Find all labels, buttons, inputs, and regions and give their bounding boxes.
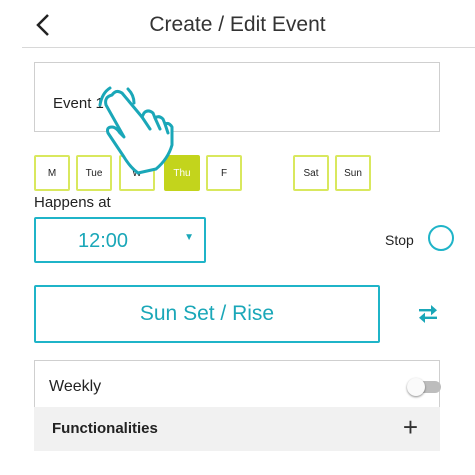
day-saturday[interactable]: Sat [293,155,329,191]
day-label: F [220,167,228,179]
toggle-thumb [407,378,425,396]
functionalities-row[interactable]: Functionalities + [34,407,440,451]
day-label: Thu [173,167,191,179]
day-monday[interactable]: M [34,155,70,191]
sun-set-rise-button[interactable]: Sun Set / Rise [34,285,380,343]
weekly-label: Weekly [49,378,102,395]
caret-down-icon: ▼ [184,232,194,243]
time-value: 12:00 [78,230,129,252]
day-sunday[interactable]: Sun [335,155,371,191]
functionalities-label: Functionalities [52,420,158,437]
day-label: M [47,167,57,179]
tap-hand-icon [98,86,174,175]
plus-icon[interactable]: + [403,412,418,443]
event-name-field[interactable]: Event 1 [34,62,440,132]
time-select[interactable]: 12:00 ▼ [34,217,206,263]
header-divider [22,47,475,48]
top-bar: Create / Edit Event [0,0,475,48]
day-friday[interactable]: F [206,155,242,191]
happens-at-label: Happens at [34,194,111,211]
page-title: Create / Edit Event [149,13,326,36]
day-label: Sun [344,167,362,179]
stop-label: Stop [385,232,414,248]
stop-radio[interactable] [428,225,454,251]
weekly-toggle[interactable] [407,378,443,396]
day-label: Sat [303,167,319,179]
swap-arrows-icon[interactable] [417,304,439,324]
event-name-value: Event 1 [53,95,104,112]
weekly-row: Weekly [34,360,443,412]
sun-set-rise-label: Sun Set / Rise [139,302,275,325]
